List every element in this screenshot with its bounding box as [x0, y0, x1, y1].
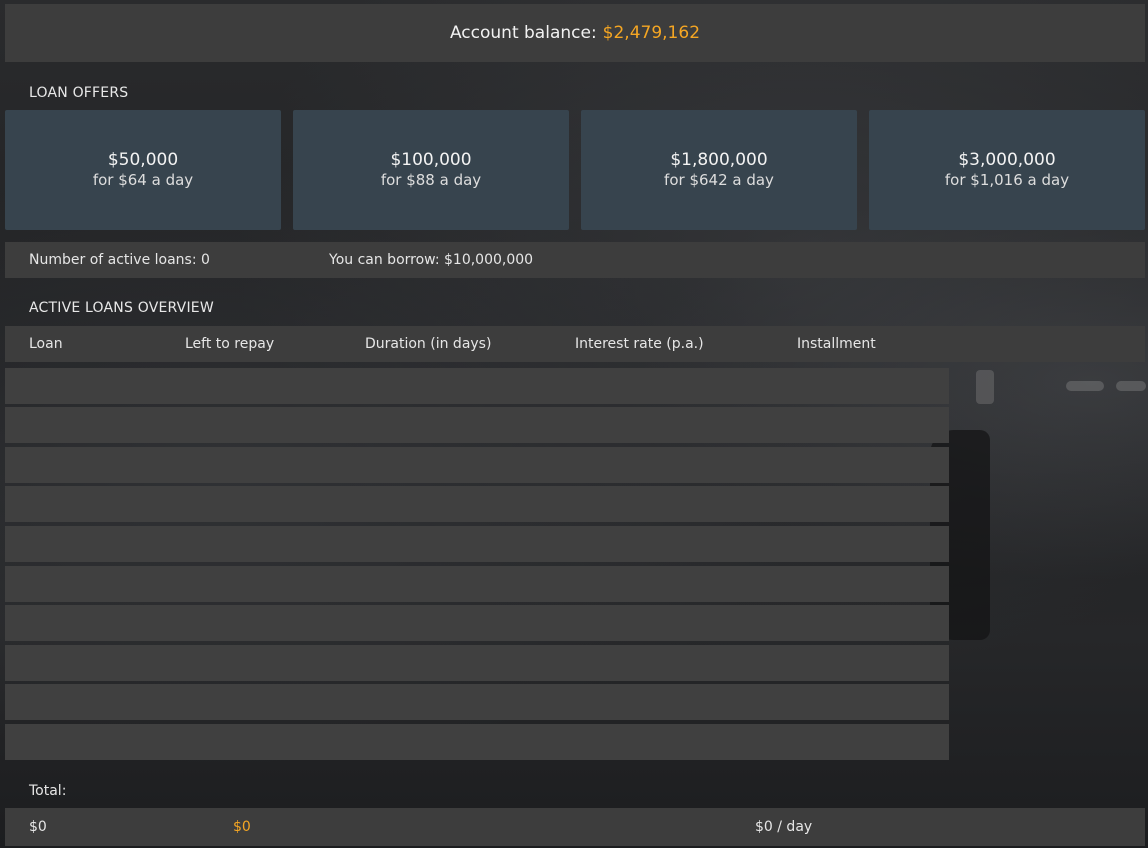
total-left-to-repay: $0	[233, 819, 251, 835]
table-row	[5, 724, 949, 760]
total-loan: $0	[29, 819, 47, 835]
loan-offer-amount: $3,000,000	[958, 150, 1056, 170]
totals-bar: $0 $0 $0 / day	[5, 808, 1145, 846]
total-label: Total:	[29, 783, 67, 799]
loan-offer-rate: for $64 a day	[92, 171, 194, 189]
table-row	[5, 526, 949, 562]
borrow-limit: You can borrow: $10,000,000	[329, 252, 534, 268]
total-installment: $0 / day	[755, 819, 813, 835]
table-row	[5, 447, 949, 483]
loan-info-bar: Number of active loans: 0 You can borrow…	[5, 242, 1145, 278]
account-balance-label: Account balance:	[449, 23, 597, 43]
column-header-duration: Duration (in days)	[365, 336, 492, 352]
table-row	[5, 407, 949, 443]
loan-offer-card[interactable]: $100,000 for $88 a day	[293, 110, 569, 230]
account-balance-value: $2,479,162	[602, 23, 701, 43]
loan-offer-card[interactable]: $3,000,000 for $1,016 a day	[869, 110, 1145, 230]
loan-offer-amount: $50,000	[107, 150, 179, 170]
column-header-loan: Loan	[29, 336, 63, 352]
table-row	[5, 684, 949, 720]
loan-offer-card[interactable]: $50,000 for $64 a day	[5, 110, 281, 230]
loan-offer-amount: $1,800,000	[670, 150, 768, 170]
table-row	[5, 486, 949, 522]
background-light	[1116, 381, 1146, 391]
loan-offer-rate: for $1,016 a day	[944, 171, 1070, 189]
background-truck-mirror	[976, 370, 994, 404]
background-light	[1066, 381, 1104, 391]
loan-offer-amount: $100,000	[390, 150, 472, 170]
table-row	[5, 566, 949, 602]
column-header-left-to-repay: Left to repay	[185, 336, 275, 352]
loans-table-header: Loan Left to repay Duration (in days) In…	[5, 326, 1145, 362]
column-header-interest-rate: Interest rate (p.a.)	[575, 336, 704, 352]
loan-offer-rate: for $642 a day	[664, 171, 774, 189]
loan-offer-rate: for $88 a day	[380, 171, 482, 189]
active-loans-title: ACTIVE LOANS OVERVIEW	[29, 300, 214, 316]
table-row	[5, 605, 949, 641]
table-row	[5, 368, 949, 404]
loan-offer-card[interactable]: $1,800,000 for $642 a day	[581, 110, 857, 230]
account-balance-bar: Account balance: $2,479,162	[5, 4, 1145, 62]
column-header-installment: Installment	[797, 336, 876, 352]
table-row	[5, 645, 949, 681]
loan-offers-title: LOAN OFFERS	[29, 85, 129, 101]
active-loans-count: Number of active loans: 0	[29, 252, 210, 268]
